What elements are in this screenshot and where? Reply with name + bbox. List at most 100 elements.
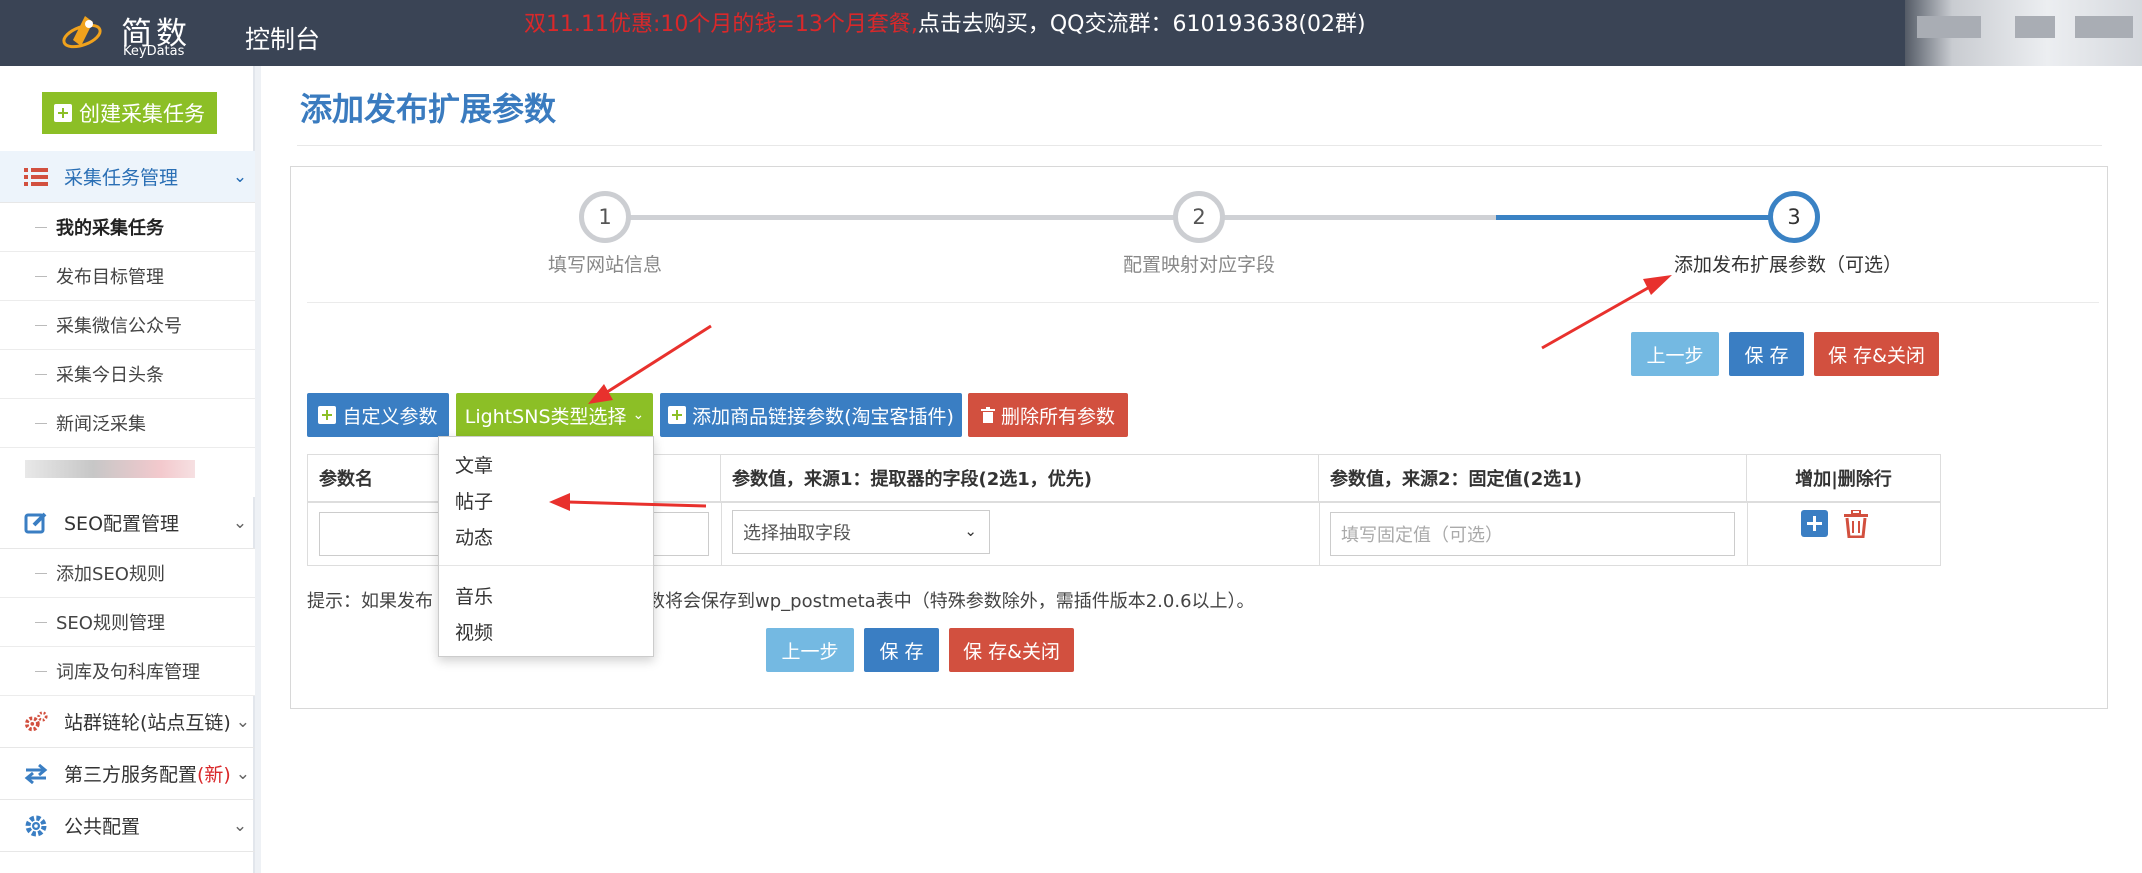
custom-param-button[interactable]: 自定义参数 (307, 393, 449, 437)
table-header-source1: 参数值，来源1：提取器的字段(2选1，优先) (721, 455, 1319, 501)
sidebar-item-label: SEO规则管理 (56, 613, 165, 634)
chevron-down-icon: ⌄ (232, 512, 248, 533)
sidebar-group-third-party[interactable]: 第三方服务配置(新) ⌄ (0, 748, 255, 800)
divider (297, 145, 2102, 146)
list-icon (24, 165, 48, 189)
create-task-label: 创建采集任务 (79, 102, 205, 126)
step-3-circle: 3 (1768, 191, 1820, 243)
step-2-circle: 2 (1173, 191, 1225, 243)
prev-step-button-top[interactable]: 上一步 (1631, 332, 1719, 376)
lightsns-type-select-button[interactable]: LightSNS类型选择 ⌄ (456, 393, 653, 437)
table-divider (1747, 501, 1748, 565)
sidebar-item-label: 我的采集任务 (56, 218, 164, 239)
table-header-source2: 参数值，来源2：固定值(2选1) (1319, 455, 1747, 501)
table-header-actions: 增加|删除行 (1795, 469, 1892, 490)
user-menu-blurred[interactable] (1905, 0, 2142, 66)
sidebar-group-label: 采集任务管理 (64, 167, 179, 189)
gear-icon (24, 814, 48, 838)
sidebar-item-label: 采集今日头条 (56, 365, 164, 386)
create-task-button[interactable]: 创建采集任务 (42, 92, 217, 134)
page-title: 添加发布扩展参数 (300, 90, 557, 128)
chevron-down-icon: ⌄ (232, 815, 248, 836)
sidebar-item-label: 词库及句科库管理 (56, 662, 200, 683)
dropdown-item-post[interactable]: 帖子 (455, 487, 493, 514)
chevron-down-icon: ⌄ (235, 763, 251, 784)
top-navbar: 简数 KeyDatas 控制台 双11.11优惠:10个月的钱=13个月套餐,点… (0, 0, 2142, 66)
table-divider (1319, 501, 1320, 565)
button-label: LightSNS类型选择 (464, 405, 627, 428)
sidebar-item-publish-targets[interactable]: 发布目标管理 (0, 252, 255, 301)
sidebar-group-seo[interactable]: SEO配置管理 ⌄ (0, 497, 255, 549)
edit-icon (24, 511, 48, 535)
logo[interactable]: 简数 KeyDatas (55, 6, 205, 60)
sidebar-group-site-links[interactable]: 站群链轮(站点互链) ⌄ (0, 696, 255, 748)
table-divider (721, 501, 722, 565)
plus-square-icon (668, 406, 687, 424)
sidebar-group-label: 公共配置 (64, 816, 141, 838)
sidebar-item-wechat[interactable]: 采集微信公众号 (0, 301, 255, 350)
sidebar-group-label: SEO配置管理 (64, 513, 180, 535)
prev-step-button-bottom[interactable]: 上一步 (766, 628, 854, 672)
progress-track (611, 215, 1496, 220)
sidebar-item-add-seo-rule[interactable]: 添加SEO规则 (0, 549, 255, 598)
sidebar-item-toutiao[interactable]: 采集今日头条 (0, 350, 255, 399)
add-row-icon[interactable] (1801, 510, 1828, 537)
button-label: 自定义参数 (342, 405, 438, 428)
logo-subtext: KeyDatas (123, 44, 185, 59)
promo-banner[interactable]: 双11.11优惠:10个月的钱=13个月套餐,点击去购买，QQ交流群：61019… (524, 6, 1366, 38)
step-2-label: 配置映射对应字段 (1122, 254, 1276, 276)
sidebar-item-label: 发布目标管理 (56, 267, 164, 288)
swap-icon (24, 762, 48, 786)
sidebar: 创建采集任务 采集任务管理 ⌄ 我的采集任务 发布目标管理 采集微信公众号 采集… (0, 66, 261, 873)
new-badge: (新) (197, 764, 231, 786)
divider (307, 302, 2099, 303)
save-close-button-bottom[interactable]: 保 存&关闭 (949, 628, 1074, 672)
sidebar-item-blurred[interactable] (0, 448, 255, 497)
dropdown-item-article[interactable]: 文章 (455, 451, 493, 478)
chevron-down-icon: ⌄ (235, 711, 251, 732)
sidebar-item-label: 添加SEO规则 (56, 564, 165, 585)
chevron-down-icon: ⌄ (632, 407, 645, 423)
dropdown-item-music[interactable]: 音乐 (455, 582, 493, 609)
step-1-label: 填写网站信息 (547, 254, 663, 276)
add-product-link-button[interactable]: 添加商品链接参数(淘宝客插件) (660, 393, 962, 437)
blurred-label (25, 460, 195, 478)
step-1-circle: 1 (579, 191, 631, 243)
input-placeholder: 填写固定值（可选） (1341, 525, 1503, 546)
gears-icon (24, 710, 48, 734)
sidebar-item-label: 新闻泛采集 (56, 414, 146, 435)
sidebar-item-seo-rules[interactable]: SEO规则管理 (0, 598, 255, 647)
progress-track-active (1496, 215, 1786, 220)
chevron-down-icon: ⌄ (964, 522, 977, 540)
promo-buy[interactable]: 点击去购买，QQ交流群：610193638(02群) (918, 12, 1366, 37)
delete-all-params-button[interactable]: 删除所有参数 (968, 393, 1128, 437)
fixed-value-input[interactable]: 填写固定值（可选） (1330, 512, 1735, 556)
step-3-label: 添加发布扩展参数（可选） (1673, 254, 1903, 276)
sidebar-group-common[interactable]: 公共配置 ⌄ (0, 800, 255, 852)
button-label: 添加商品链接参数(淘宝客插件) (692, 405, 954, 428)
button-label: 删除所有参数 (1000, 405, 1115, 428)
save-button-top[interactable]: 保 存 (1729, 332, 1804, 376)
logo-icon (62, 16, 102, 49)
trash-icon (980, 407, 995, 423)
save-close-button-top[interactable]: 保 存&关闭 (1814, 332, 1939, 376)
promo-offer[interactable]: 双11.11优惠:10个月的钱=13个月套餐, (524, 12, 918, 37)
plus-square-icon (318, 406, 337, 424)
extract-field-select[interactable]: 选择抽取字段 ⌄ (732, 510, 990, 554)
sidebar-item-my-tasks[interactable]: 我的采集任务 (0, 203, 255, 252)
chevron-down-icon: ⌄ (232, 166, 248, 187)
sidebar-group-collect-tasks[interactable]: 采集任务管理 ⌄ (0, 151, 255, 203)
sidebar-item-news[interactable]: 新闻泛采集 (0, 399, 255, 448)
sidebar-group-label: 第三方服务配置(新) (64, 764, 231, 786)
dropdown-item-moment[interactable]: 动态 (455, 523, 493, 550)
sidebar-item-label: 采集微信公众号 (56, 316, 182, 337)
lightsns-type-dropdown: 文章 帖子 动态 音乐 视频 (438, 436, 654, 657)
sidebar-item-lexicon[interactable]: 词库及句科库管理 (0, 647, 255, 696)
dropdown-item-video[interactable]: 视频 (455, 618, 493, 645)
delete-row-icon[interactable] (1843, 510, 1869, 538)
sidebar-group-label: 站群链轮(站点互链) (64, 712, 231, 734)
dropdown-divider (439, 565, 653, 566)
save-button-bottom[interactable]: 保 存 (864, 628, 939, 672)
console-link[interactable]: 控制台 (245, 20, 320, 56)
plus-square-icon (54, 104, 72, 122)
